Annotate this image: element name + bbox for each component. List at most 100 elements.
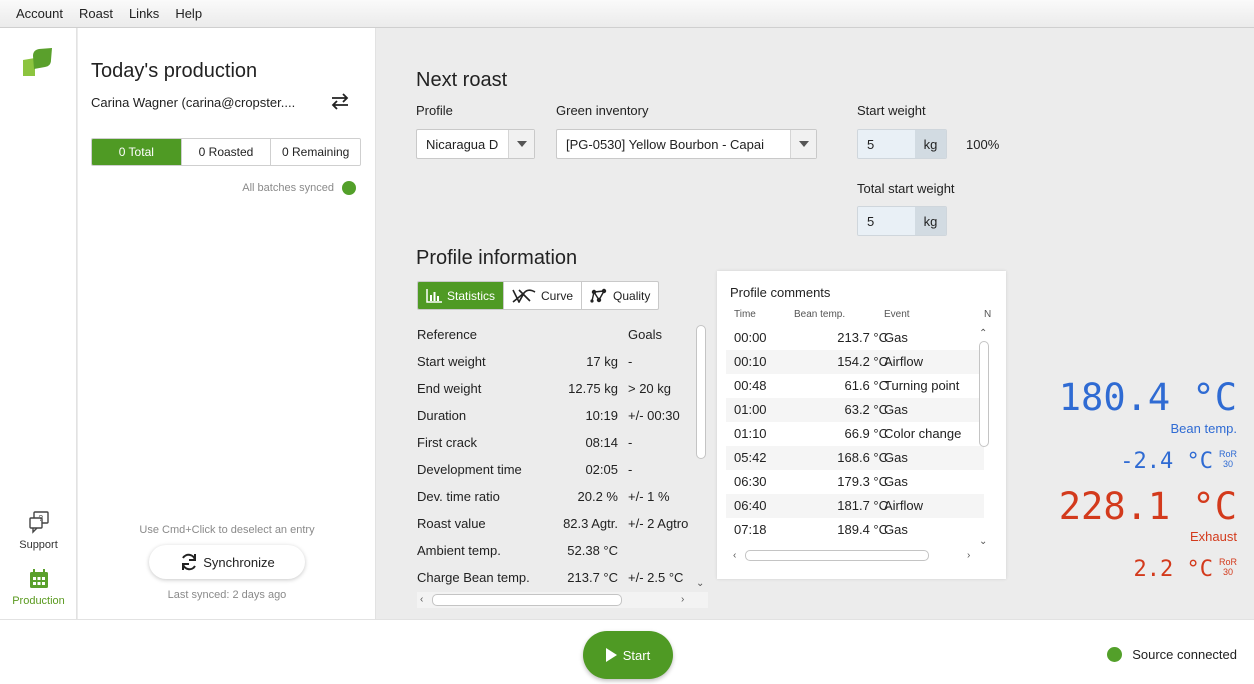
scroll-left-icon[interactable]: ‹ (733, 551, 736, 561)
list-item[interactable]: 05:42 168.6 °C Gas (726, 446, 984, 470)
support-button[interactable]: ? Support (0, 510, 77, 551)
table-row: Ambient temp. 52.38 °C (417, 537, 693, 564)
ror-interval: 30 (1222, 459, 1233, 469)
total-start-weight-unit: kg (915, 207, 946, 235)
start-weight-percent: 100% (966, 137, 1000, 152)
scroll-left-icon[interactable]: ‹ (420, 595, 423, 605)
exhaust-ror-value: 2.2 °C (1133, 557, 1213, 582)
stat-name: Charge Bean temp. (417, 570, 530, 585)
table-row: Development time 02:05- (417, 456, 693, 483)
tab-quality[interactable]: Quality (582, 282, 658, 309)
stat-goal: - (628, 435, 633, 450)
total-start-weight-label: Total start weight (857, 181, 955, 196)
list-item[interactable]: 00:10 154.2 °C Airflow (726, 350, 984, 374)
tab-quality-label: Quality (613, 288, 651, 303)
scroll-down-icon[interactable]: ⌄ (696, 579, 704, 589)
filter-total[interactable]: 0 Total (92, 139, 182, 165)
stat-goal: - (628, 462, 633, 477)
scroll-right-icon[interactable]: › (681, 595, 684, 605)
filter-roasted[interactable]: 0 Roasted (181, 139, 272, 165)
production-button[interactable]: Production (0, 568, 77, 607)
production-label: Production (12, 595, 65, 607)
scroll-down-icon[interactable]: ⌄ (979, 537, 987, 547)
comment-event: Gas (884, 450, 908, 465)
comment-time: 01:10 (734, 426, 767, 441)
support-label: Support (19, 539, 58, 551)
comment-temp: 154.2 °C (837, 354, 888, 369)
switch-user-icon[interactable] (330, 92, 350, 113)
menu-account[interactable]: Account (8, 6, 71, 21)
exhaust-ror-unit: RoR 30 (1219, 557, 1237, 577)
production-title: Today's production (91, 60, 258, 82)
list-item[interactable]: 06:30 179.3 °C Gas (726, 470, 984, 494)
filter-remaining[interactable]: 0 Remaining (271, 139, 360, 165)
exhaust-temp-value: 228.1 °C (1058, 485, 1237, 528)
sync-status: All batches synced (242, 181, 356, 195)
list-item[interactable]: 00:00 213.7 °C Gas (726, 326, 984, 350)
col-bean-temp: Bean temp. (794, 309, 846, 320)
comment-temp: 179.3 °C (837, 474, 888, 489)
stat-goal: > 20 kg (628, 381, 672, 396)
support-icon: ? (28, 511, 49, 534)
goals-header: Goals (628, 327, 662, 342)
total-start-weight-field[interactable]: 5 kg (857, 206, 947, 236)
menu-help[interactable]: Help (167, 6, 210, 21)
scroll-thumb[interactable] (696, 325, 706, 459)
menu-roast[interactable]: Roast (71, 6, 121, 21)
start-weight-input[interactable]: 5 (858, 130, 915, 158)
list-item[interactable]: 01:10 66.9 °C Color change (726, 422, 984, 446)
start-weight-field[interactable]: 5 kg (857, 129, 947, 159)
stat-value: 17 kg (586, 354, 618, 369)
production-panel: Today's production Carina Wagner (carina… (78, 28, 376, 619)
inventory-label: Green inventory (556, 103, 649, 118)
comment-event: Turning point (884, 378, 960, 393)
tab-statistics[interactable]: Statistics (418, 282, 505, 309)
table-row: End weight 12.75 kg > 20 kg (417, 375, 693, 402)
next-roast-title: Next roast (416, 69, 508, 91)
statistics-table: Reference Goals Start weight 17 kg - End w… (417, 321, 693, 593)
profile-select[interactable]: Nicaragua D (416, 129, 535, 159)
chevron-down-icon (790, 130, 816, 158)
play-icon (605, 648, 617, 662)
scroll-up-icon[interactable]: ⌃ (979, 329, 987, 339)
list-item[interactable]: 00:48 61.6 °C Turning point (726, 374, 984, 398)
scroll-thumb[interactable] (979, 341, 989, 447)
start-button[interactable]: Start (583, 631, 673, 679)
list-item[interactable]: 06:40 181.7 °C Airflow (726, 494, 984, 518)
col-note: N (984, 309, 992, 320)
total-start-weight-input[interactable]: 5 (858, 207, 915, 235)
table-row: Duration 10:19 +/- 00:30 (417, 402, 693, 429)
comments-horizontal-scrollbar[interactable]: ‹ › (731, 549, 975, 563)
profile-value: Nicaragua D (426, 136, 499, 152)
ror-label: RoR (1218, 449, 1237, 459)
scroll-thumb[interactable] (745, 550, 929, 561)
inventory-select[interactable]: [PG-0530] Yellow Bourbon - Capai (556, 129, 817, 159)
menu-links[interactable]: Links (121, 6, 167, 21)
stat-value: 52.38 °C (567, 543, 618, 558)
bar-chart-icon (426, 288, 442, 303)
statistics-horizontal-scrollbar[interactable]: ‹ › (417, 592, 708, 608)
tab-curve[interactable]: Curve (504, 282, 583, 309)
bottom-bar: Start Source connected (0, 619, 1254, 684)
stat-value: 08:14 (585, 435, 618, 450)
sync-status-dot (342, 181, 356, 195)
stat-goal: +/- 2.5 °C (628, 570, 684, 585)
stat-goal: +/- 00:30 (628, 408, 680, 423)
profile-info-title: Profile information (416, 247, 578, 269)
comment-event: Airflow (884, 354, 924, 369)
synchronize-button[interactable]: Synchronize (149, 545, 305, 579)
comment-event: Gas (884, 474, 908, 489)
bean-temp-label: Bean temp. (1170, 421, 1238, 436)
list-item[interactable]: 07:18 189.4 °C Gas (726, 518, 984, 542)
comment-time: 05:42 (734, 450, 767, 465)
profile-label: Profile (416, 103, 453, 118)
table-row: Start weight 17 kg - (417, 348, 693, 375)
list-item[interactable]: 01:00 63.2 °C Gas (726, 398, 984, 422)
curve-icon (512, 288, 536, 303)
scroll-right-icon[interactable]: › (967, 551, 970, 561)
statistics-vertical-scrollbar[interactable]: ⌄ (694, 321, 708, 593)
stat-goal: +/- 1 % (628, 489, 670, 504)
scroll-thumb[interactable] (432, 594, 622, 606)
comments-vertical-scrollbar[interactable]: ⌃ ⌄ (978, 329, 990, 547)
start-weight-label: Start weight (857, 103, 926, 118)
